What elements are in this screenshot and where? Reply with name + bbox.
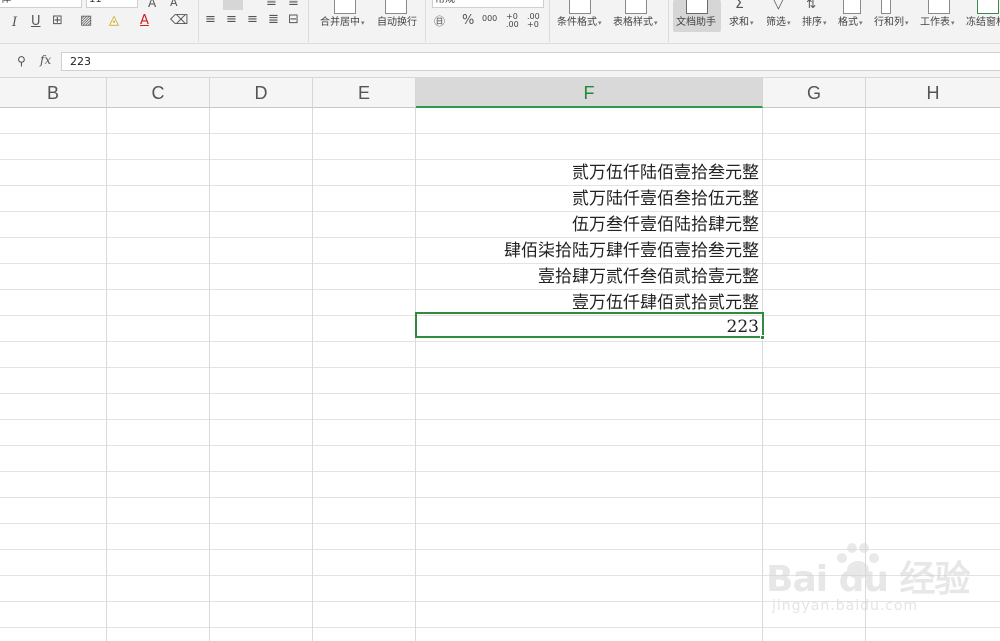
thousands-separator-icon[interactable]: 000 — [482, 13, 497, 25]
number-format-value: 常规 — [435, 0, 455, 5]
worksheet-button[interactable]: 工作表▾ — [920, 17, 955, 29]
cell-f-row-6[interactable]: 肆佰柒拾陆万肆仟壹佰壹拾叁元整 — [416, 238, 763, 264]
currency-icon[interactable]: ㊐ — [434, 15, 445, 29]
column-header-d[interactable]: D — [210, 78, 313, 108]
formula-bar: ⚲ fx 223 — [0, 44, 1000, 78]
zoom-magnifier-icon[interactable]: ⚲ — [17, 54, 26, 68]
increase-decimal-icon[interactable]: +0 .00 — [506, 13, 522, 29]
border-icon[interactable]: ⊞ — [52, 14, 63, 28]
wrap-text-button[interactable]: 自动换行 — [377, 17, 417, 29]
filter-button[interactable]: 筛选▾ — [766, 17, 791, 29]
align-top-button-active[interactable] — [223, 0, 243, 10]
fx-icon[interactable]: fx — [40, 53, 51, 67]
watermark-url: jingyan.baidu.com — [772, 598, 919, 614]
font-size-dropdown[interactable]: 11 — [86, 0, 138, 8]
font-name-value: 体 — [1, 0, 11, 5]
merge-center-button[interactable]: 合并居中▾ — [320, 17, 365, 29]
column-header-b[interactable]: B — [0, 78, 107, 108]
doc-assistant-icon — [686, 0, 708, 14]
increase-font-icon[interactable]: A — [148, 0, 156, 10]
fill-pattern-icon[interactable]: ▨ — [80, 14, 92, 28]
font-name-dropdown[interactable]: 体 — [0, 0, 82, 8]
fill-handle[interactable] — [760, 335, 765, 340]
font-color-icon[interactable]: A — [140, 14, 149, 28]
fill-color-icon[interactable]: ◬ — [109, 14, 119, 28]
underline-icon[interactable]: U — [31, 15, 41, 29]
format-icon — [843, 0, 861, 14]
conditional-format-icon — [569, 0, 591, 14]
freeze-pane-button[interactable]: 冻结窗格 — [966, 17, 1000, 29]
clear-format-icon[interactable]: ⌫ — [170, 14, 188, 28]
cell-f-row-4[interactable]: 贰万陆仟壹佰叁拾伍元整 — [416, 186, 763, 212]
worksheet-icon — [928, 0, 950, 14]
table-style-button[interactable]: 表格样式▾ — [613, 17, 658, 29]
cell-f-row-3[interactable]: 贰万伍仟陆佰壹拾叁元整 — [416, 160, 763, 186]
table-style-icon — [625, 0, 647, 14]
column-header-f[interactable]: F — [416, 78, 763, 108]
watermark-logo-text: Bai du 经验 — [766, 559, 971, 600]
sum-button[interactable]: 求和▾ — [729, 17, 754, 29]
align-bottom-icon[interactable]: ≡ — [288, 0, 299, 10]
cell-f-row-7[interactable]: 壹拾肆万贰仟叁佰贰拾壹元整 — [416, 264, 763, 290]
column-header-g[interactable]: G — [763, 78, 866, 108]
row-col-icon — [881, 0, 891, 14]
decrease-font-icon[interactable]: A — [170, 0, 178, 10]
decrease-decimal-icon[interactable]: .00 +0 — [527, 13, 543, 29]
doc-assistant-button[interactable]: 文档助手 — [676, 17, 716, 29]
italic-icon[interactable]: I — [12, 16, 17, 30]
active-cell-border — [415, 312, 764, 338]
align-right-icon[interactable]: ≡ — [247, 13, 258, 27]
freeze-pane-icon — [977, 0, 999, 14]
align-center-icon[interactable]: ≡ — [226, 13, 237, 27]
sort-icon: ⇅ — [806, 0, 817, 11]
merge-center-icon — [334, 0, 356, 14]
column-header-h[interactable]: H — [866, 78, 1000, 108]
distribute-icon[interactable]: ⊟ — [288, 13, 299, 27]
number-format-dropdown[interactable]: 常规 — [432, 0, 544, 8]
align-middle-icon[interactable]: ≡ — [266, 0, 277, 10]
percent-icon[interactable]: % — [462, 14, 474, 28]
justify-icon[interactable]: ≣ — [268, 13, 279, 27]
filter-icon: ▽ — [773, 0, 784, 12]
formula-input[interactable]: 223 — [61, 52, 1000, 71]
row-col-button[interactable]: 行和列▾ — [874, 17, 909, 29]
sum-icon: Σ — [735, 0, 744, 12]
conditional-format-button[interactable]: 条件格式▾ — [557, 17, 602, 29]
ribbon-toolbar: 体 11 A A I U ⊞ ▨ ◬ A ⌫ ≡ ≡ ≡ ≡ ≡ ≣ ⊟ 合并居… — [0, 0, 1000, 44]
column-header-c[interactable]: C — [107, 78, 210, 108]
sort-button[interactable]: 排序▾ — [802, 17, 827, 29]
column-header-e[interactable]: E — [313, 78, 416, 108]
align-left-icon[interactable]: ≡ — [205, 13, 216, 27]
cell-f-row-5[interactable]: 伍万叁仟壹佰陆拾肆元整 — [416, 212, 763, 238]
wrap-text-icon — [385, 0, 407, 14]
font-size-value: 11 — [89, 0, 102, 5]
format-button[interactable]: 格式▾ — [838, 17, 863, 29]
baidu-jingyan-watermark: Bai du 经验 jingyan.baidu.com — [760, 540, 996, 632]
